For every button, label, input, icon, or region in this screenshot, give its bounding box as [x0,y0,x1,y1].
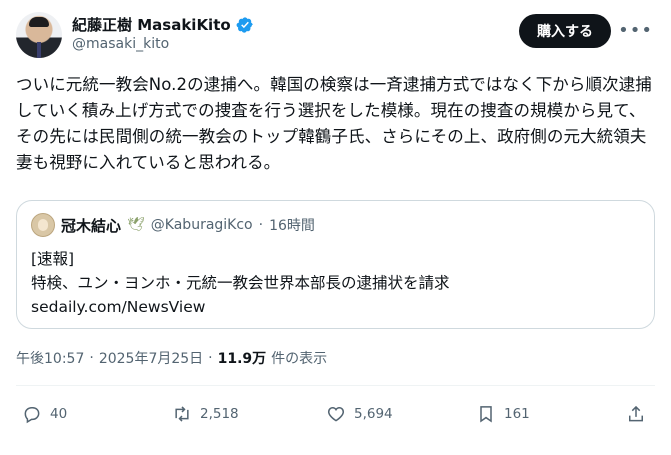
quoted-handle: @KaburagiKco [150,217,253,233]
reply-button[interactable]: 40 [22,404,67,424]
share-icon [629,405,643,422]
quoted-line: 特検、ユン・ヨンホ・元統一教会世界本部長の逮捕状を請求 [31,274,450,292]
quoted-link[interactable]: sedaily.com/NewsView [31,295,450,319]
bookmark-count: 161 [504,406,530,422]
quoted-avatar [31,213,55,237]
bookmark-button[interactable]: 161 [476,404,530,424]
author-name-row[interactable]: 紀藤正樹 MasakiKito [72,14,254,35]
separator-dot: · [258,217,264,233]
avatar[interactable] [16,12,62,58]
post-time[interactable]: 午後10:57 [16,348,84,368]
more-icon[interactable]: ••• [618,20,653,41]
quoted-text: [速報] 特検、ユン・ヨンホ・元統一教会世界本部長の逮捕状を請求 sedaily… [31,247,450,319]
post-date[interactable]: 2025年7月25日 [99,348,203,368]
reply-count: 40 [50,406,68,422]
quoted-post-header: 冠木結心 🕊 @KaburagiKco · 16時間 [31,213,315,237]
post-header: 紀藤正樹 MasakiKito @masaki_kito 購入する ••• [16,12,655,60]
meta-dot: · [89,350,94,366]
heart-icon [327,406,345,422]
verified-icon [236,16,253,33]
subscribe-button[interactable]: 購入する [519,14,611,48]
quoted-post[interactable]: 冠木結心 🕊 @KaburagiKco · 16時間 [速報] 特検、ユン・ヨン… [16,200,655,329]
share-button[interactable] [626,404,646,424]
post-text: ついに元統一教会No.2の逮捕へ。韓国の検察は一斉逮捕方式ではなく下から順次逮捕… [16,75,652,172]
view-count: 11.9万 [217,351,267,367]
dove-icon: 🕊 [127,217,145,233]
post-meta: 午後10:57 · 2025年7月25日 · 11.9万 件の表示 [16,348,327,368]
like-button[interactable]: 5,694 [326,404,393,424]
quoted-time: 16時間 [269,218,315,234]
meta-dot: · [208,350,213,366]
action-bar: 40 2,518 5,694 161 [22,404,655,432]
display-name[interactable]: 紀藤正樹 MasakiKito [72,14,231,35]
retweet-icon [175,406,189,422]
author-handle[interactable]: @masaki_kito [72,36,169,52]
quoted-display-name: 冠木結心 [61,216,122,235]
like-count: 5,694 [354,406,393,422]
divider [16,385,655,386]
view-label: 件の表示 [271,351,328,367]
comment-icon [24,407,40,424]
retweet-button[interactable]: 2,518 [172,404,239,424]
quoted-line: [速報] [31,250,75,268]
retweet-count: 2,518 [200,406,239,422]
bookmark-icon [480,406,492,423]
